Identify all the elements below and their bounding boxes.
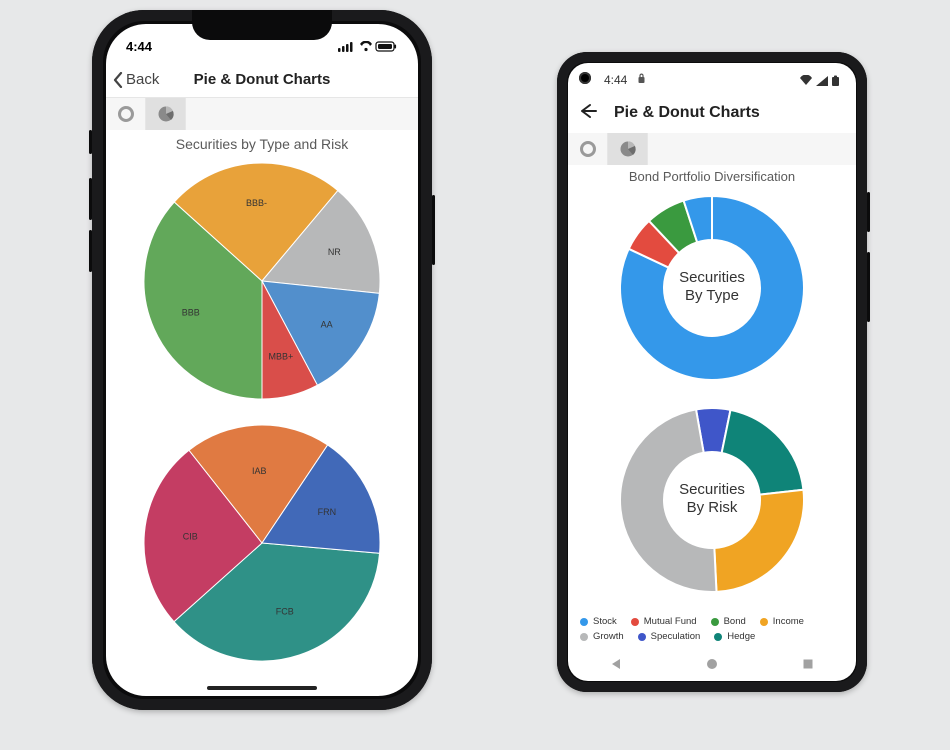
arrow-left-icon [578, 103, 598, 119]
ios-screen: 4:44 [106, 24, 418, 696]
lock-icon [637, 73, 646, 84]
pie-icon [157, 105, 175, 123]
section-title: Bond Portfolio Diversification [568, 169, 856, 184]
page-title: Pie & Donut Charts [614, 104, 760, 122]
legend-item: Growth [580, 631, 624, 642]
iphone-device-frame: 4:44 [92, 10, 432, 710]
mute-switch [89, 130, 92, 154]
slice-label: AA [321, 320, 333, 330]
pie-chart-1: BBB BBB- NR AA MBB+ [137, 156, 387, 406]
slice-label: MBB+ [268, 352, 293, 362]
legend-label: Income [773, 616, 804, 627]
legend-item: Hedge [714, 631, 755, 642]
pie-icon [619, 140, 637, 158]
legend-item: Bond [711, 616, 746, 627]
slice-label: CIB [183, 532, 198, 542]
chart-type-tabs [106, 98, 418, 130]
tab-donut[interactable] [106, 98, 146, 130]
legend-item: Speculation [638, 631, 701, 642]
legend-label: Stock [593, 616, 617, 627]
donut-center-line: By Risk [687, 499, 738, 516]
tab-pie[interactable] [608, 133, 648, 165]
slice-label: NR [328, 247, 341, 257]
donut-icon [579, 140, 597, 158]
android-screen: 4:44 [568, 63, 856, 681]
legend: Stock Mutual Fund Bond Income Growth Speculat… [568, 612, 856, 646]
status-right-cluster [798, 73, 842, 87]
donut-center-line: By Type [685, 287, 739, 304]
legend-item: Stock [580, 616, 617, 627]
slice-label: FCB [276, 606, 294, 616]
donut-center-line: Securities [679, 269, 745, 286]
home-indicator[interactable] [207, 686, 317, 690]
legend-label: Mutual Fund [644, 616, 697, 627]
legend-item: Income [760, 616, 804, 627]
legend-label: Bond [724, 616, 746, 627]
notch [192, 10, 332, 40]
status-time: 4:44 [126, 39, 152, 54]
chevron-left-icon [112, 72, 124, 88]
legend-swatch [580, 618, 588, 626]
donut-chart-risk: SecuritiesBy Risk [612, 400, 812, 600]
signal-wifi-battery-icon [338, 41, 398, 53]
legend-swatch [638, 633, 646, 641]
android-system-nav [568, 651, 856, 681]
slice-label: FRN [318, 507, 337, 517]
power-button [867, 192, 870, 232]
donut-icon [117, 105, 135, 123]
slice-label: BBB- [246, 198, 267, 208]
back-label: Back [126, 71, 159, 88]
tab-donut[interactable] [568, 133, 608, 165]
back-button[interactable]: Back [112, 71, 159, 88]
legend-swatch [760, 618, 768, 626]
ios-nav-bar: Back Pie & Donut Charts [106, 62, 418, 98]
legend-swatch [714, 633, 722, 641]
volume-down-button [89, 230, 92, 272]
pie-chart-2: FCB CIB IAB FRN [137, 418, 387, 668]
legend-label: Speculation [651, 631, 701, 642]
donut-center-line: Securities [679, 481, 745, 498]
legend-swatch [580, 633, 588, 641]
section-title: Securities by Type and Risk [106, 136, 418, 152]
status-right-cluster [338, 39, 398, 54]
ios-content: Securities by Type and Risk BBB BBB- NR AA M… [106, 98, 418, 686]
slice-label: BBB [182, 308, 200, 318]
power-button [432, 195, 435, 265]
status-time: 4:44 [604, 73, 627, 87]
nav-home-button[interactable] [705, 657, 719, 676]
donut-chart-type: SecuritiesBy Type [612, 188, 812, 388]
volume-rocker [867, 252, 870, 322]
volume-up-button [89, 178, 92, 220]
tab-pie[interactable] [146, 98, 186, 130]
slice-label: IAB [252, 466, 267, 476]
back-button[interactable] [578, 103, 598, 124]
android-content: Bond Portfolio Diversification Securitie… [568, 133, 856, 649]
legend-swatch [711, 618, 719, 626]
android-device-frame: 4:44 [557, 52, 867, 692]
legend-swatch [631, 618, 639, 626]
nav-recents-button[interactable] [801, 657, 815, 676]
android-status-bar: 4:44 [568, 63, 856, 93]
legend-label: Hedge [727, 631, 755, 642]
wifi-signal-battery-icon [798, 75, 842, 87]
android-app-bar: Pie & Donut Charts [568, 93, 856, 133]
chart-type-tabs [568, 133, 856, 165]
legend-item: Mutual Fund [631, 616, 697, 627]
legend-label: Growth [593, 631, 624, 642]
nav-back-button[interactable] [609, 657, 623, 676]
punch-hole-camera [579, 72, 591, 84]
